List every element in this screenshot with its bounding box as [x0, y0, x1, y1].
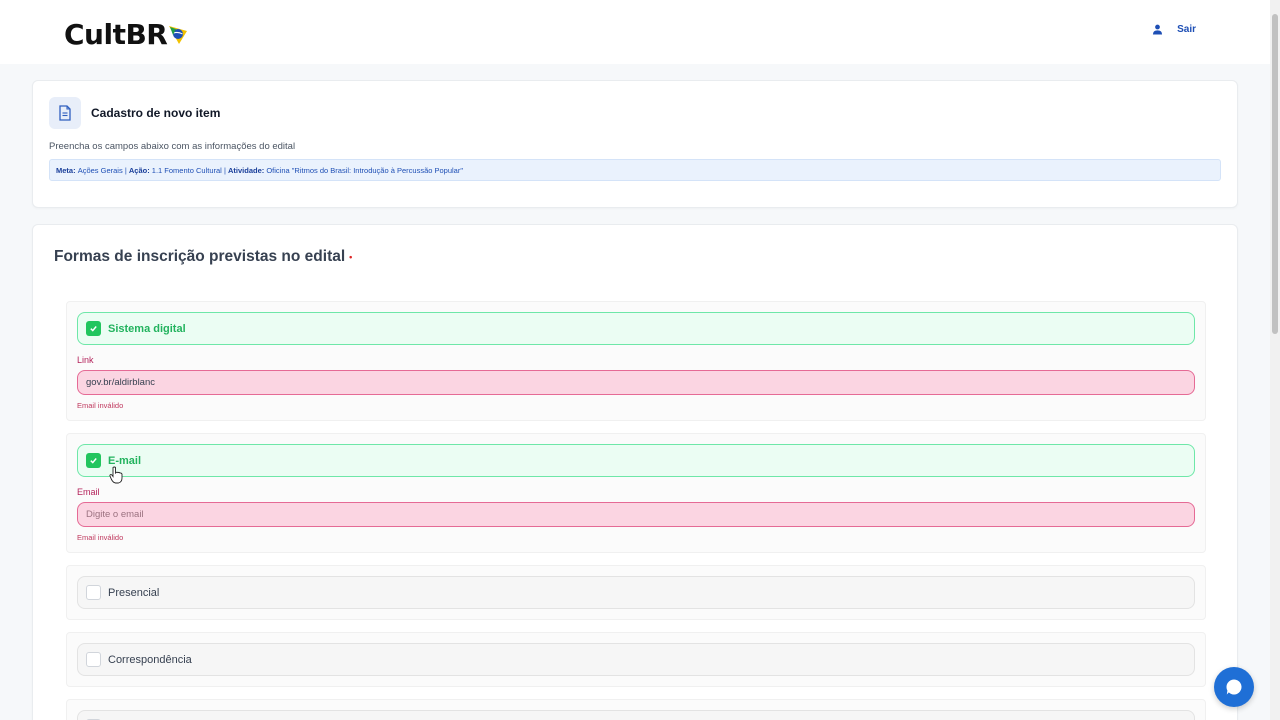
- option-sistema-digital: Sistema digital Link Email inválido: [66, 301, 1206, 421]
- hand-cursor-icon: [109, 466, 123, 484]
- atividade-label: Atividade:: [227, 165, 265, 175]
- option-toggle-correspondencia[interactable]: Correspondência: [77, 643, 1195, 676]
- document-icon: [49, 97, 81, 129]
- brazil-flag-logo-icon: [169, 26, 188, 44]
- required-marker: •: [349, 251, 353, 262]
- page-description: Preencha os campos abaixo com as informa…: [49, 141, 296, 152]
- atividade-value: Oficina "Ritmos do Brasil: Introdução à …: [266, 165, 464, 175]
- meta-label: Meta:: [56, 165, 76, 175]
- acao-label: Ação:: [128, 165, 150, 175]
- logo-text: CultBR: [64, 17, 168, 51]
- registration-methods-card: Formas de inscrição previstas no edital •…: [32, 224, 1238, 720]
- user-icon[interactable]: [1152, 24, 1163, 35]
- logo[interactable]: CultBR: [64, 17, 189, 51]
- checkbox-unchecked[interactable]: [86, 585, 101, 600]
- option-label: E-mail: [108, 454, 142, 467]
- check-icon: [90, 458, 97, 464]
- meta-value: Ações Gerais: [77, 165, 123, 175]
- option-next-partial: [66, 699, 1206, 720]
- check-icon: [90, 326, 97, 332]
- field-error-message: Email inválido: [77, 533, 124, 542]
- top-bar: CultBR Sair: [0, 0, 1270, 64]
- option-toggle-next[interactable]: [77, 710, 1195, 720]
- chat-icon: [1226, 679, 1242, 695]
- checkbox-checked[interactable]: [86, 453, 101, 468]
- option-correspondencia: Correspondência: [66, 632, 1206, 687]
- acao-value: 1.1 Fomento Cultural: [151, 165, 222, 175]
- section-title: Formas de inscrição previstas no edital •: [54, 248, 353, 265]
- email-field-label: Email: [77, 487, 100, 497]
- page-title: Cadastro de novo item: [91, 106, 221, 120]
- meta-separator: |: [223, 165, 226, 175]
- option-toggle-sistema-digital[interactable]: Sistema digital: [77, 312, 1195, 345]
- item-header-card: Cadastro de novo item Preencha os campos…: [32, 80, 1238, 208]
- email-input[interactable]: [77, 502, 1195, 527]
- option-toggle-presencial[interactable]: Presencial: [77, 576, 1195, 609]
- link-field-label: Link: [77, 355, 94, 365]
- scrollbar-thumb[interactable]: [1272, 14, 1278, 334]
- option-label: Sistema digital: [108, 322, 186, 335]
- checkbox-checked[interactable]: [86, 321, 101, 336]
- checkbox-unchecked[interactable]: [86, 652, 101, 667]
- field-error-message: Email inválido: [77, 401, 124, 410]
- page-scrollbar[interactable]: [1270, 0, 1280, 720]
- link-input[interactable]: [77, 370, 1195, 395]
- option-label: Presencial: [108, 586, 160, 599]
- option-presencial: Presencial: [66, 565, 1206, 620]
- logout-link[interactable]: Sair: [1177, 24, 1196, 35]
- option-email: E-mail Email Email inválido: [66, 433, 1206, 553]
- option-label: Correspondência: [108, 653, 192, 666]
- edital-meta-strip: Meta: Ações Gerais | Ação: 1.1 Fomento C…: [49, 159, 1221, 181]
- chat-button[interactable]: [1214, 667, 1254, 707]
- user-menu: Sair: [1152, 24, 1196, 35]
- meta-separator: |: [124, 165, 127, 175]
- option-toggle-email[interactable]: E-mail: [77, 444, 1195, 477]
